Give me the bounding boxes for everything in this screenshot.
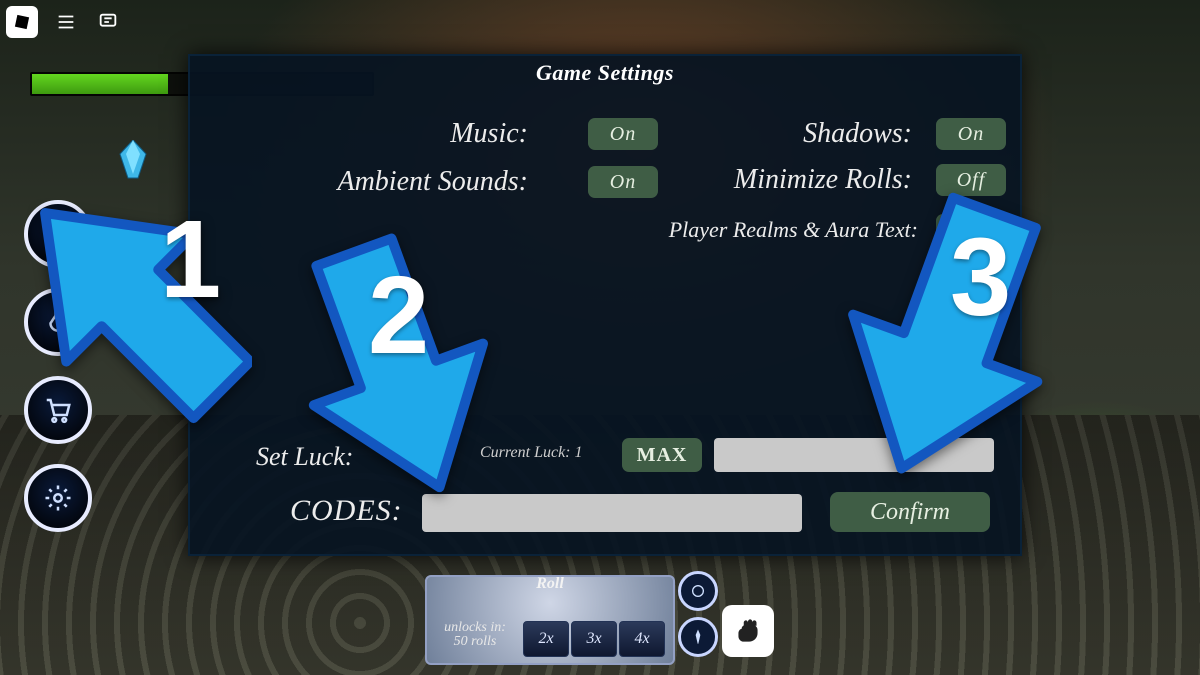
annotation-arrow-3: 3 bbox=[820, 170, 1080, 500]
unlocks-line2: 50 rolls bbox=[454, 634, 497, 649]
menu-icon[interactable] bbox=[52, 8, 80, 36]
music-toggle[interactable]: On bbox=[588, 118, 658, 150]
ambient-label: Ambient Sounds: bbox=[268, 166, 528, 198]
annotation-number-3: 3 bbox=[950, 214, 1011, 341]
max-button[interactable]: MAX bbox=[622, 438, 702, 472]
multipliers: 2x 3x 4x bbox=[523, 621, 665, 657]
annotation-arrow-1: 1 bbox=[22, 150, 252, 460]
roll-panel: Roll unlocks in: 50 rolls 2x 3x 4x bbox=[425, 575, 675, 665]
roblox-icon[interactable] bbox=[6, 6, 38, 38]
annotation-arrow-2: 2 bbox=[280, 210, 510, 520]
panel-title: Game Settings bbox=[190, 60, 1020, 86]
annotation-number-2: 2 bbox=[368, 252, 429, 379]
annotation-number-1: 1 bbox=[160, 196, 221, 323]
shadows-toggle[interactable]: On bbox=[936, 118, 1006, 150]
combat-button[interactable] bbox=[722, 605, 774, 657]
shadows-label: Shadows: bbox=[672, 118, 912, 150]
settings-button[interactable] bbox=[24, 464, 92, 532]
mult-2x[interactable]: 2x bbox=[523, 621, 569, 657]
row-ambient: Ambient Sounds: On bbox=[238, 166, 658, 198]
mult-4x[interactable]: 4x bbox=[619, 621, 665, 657]
health-bar-fill bbox=[32, 74, 168, 94]
roll-label: Roll bbox=[427, 575, 673, 593]
round-action-2[interactable] bbox=[678, 617, 718, 657]
row-shadows: Shadows: On bbox=[660, 118, 1006, 150]
chat-icon[interactable] bbox=[94, 8, 122, 36]
unlocks-text: unlocks in: 50 rolls bbox=[435, 621, 515, 649]
mult-3x[interactable]: 3x bbox=[571, 621, 617, 657]
round-action-1[interactable] bbox=[678, 571, 718, 611]
music-label: Music: bbox=[268, 118, 528, 150]
row-music: Music: On bbox=[238, 118, 658, 150]
unlocks-line1: unlocks in: bbox=[444, 620, 506, 635]
ambient-toggle[interactable]: On bbox=[588, 166, 658, 198]
platform-topbar bbox=[6, 6, 122, 38]
